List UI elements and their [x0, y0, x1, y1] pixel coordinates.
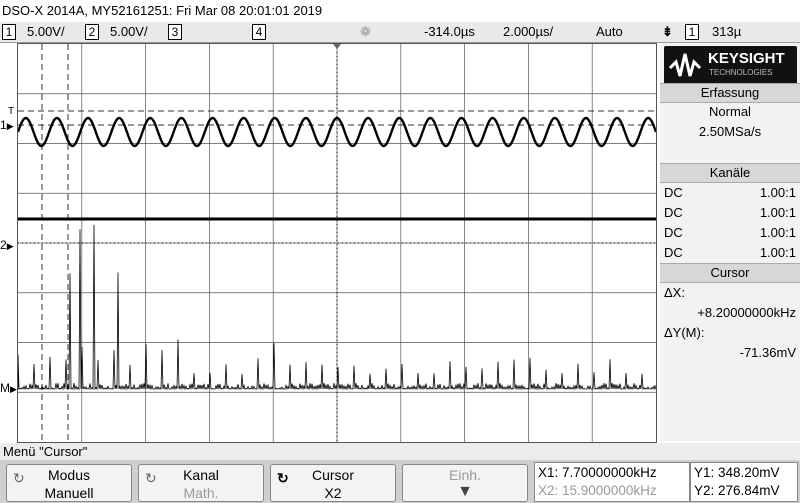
timebase-value: 2.000µs/ [503, 24, 554, 39]
softkey-units[interactable]: Einh. ▼ [402, 464, 528, 502]
ch3-coupling: DC [664, 225, 683, 240]
softkey-channel-label: Kanal [183, 467, 219, 483]
keysight-logo: KEYSIGHT TECHNOLOGIES [664, 46, 797, 84]
ch4-coupling: DC [664, 245, 683, 260]
x1-readout: X1: 7.70000000kHz [538, 465, 657, 480]
ch1-coupling: DC [664, 185, 683, 200]
keysight-wave-icon [668, 53, 702, 77]
ch2-scale: 5.00V/ [110, 24, 148, 39]
cursor-x-readout: X1: 7.70000000kHz X2: 15.9000000kHz [534, 462, 690, 502]
softkey-channel[interactable]: ↻ Kanal Math. [138, 464, 264, 502]
y2-readout: Y2: 276.84mV [694, 483, 780, 498]
status-bar: 1 5.00V/ 2 5.00V/ 3 4 ❁ -314.0µs 2.000µs… [0, 22, 800, 43]
ch4-probe: 1.00:1 [759, 245, 796, 260]
softkey-units-label: Einh. [449, 467, 481, 483]
delta-y-label: ΔY(M): [664, 325, 705, 340]
softkey-channel-value: Math. [183, 485, 219, 501]
math-ground-marker[interactable]: M▶ [0, 381, 17, 395]
ch2-coupling: DC [664, 205, 683, 220]
trigger-source[interactable]: 1 [685, 24, 699, 40]
ch1-indicator[interactable]: 1 [2, 24, 16, 40]
acquisition-mode: Normal [709, 104, 751, 119]
x2-readout: X2: 15.9000000kHz [538, 483, 657, 498]
arrow-down-icon: ▼ [457, 483, 473, 500]
sample-rate: 2.50MSa/s [698, 124, 762, 139]
ch2-probe: 1.00:1 [759, 205, 796, 220]
busy-icon: ❁ [360, 24, 371, 39]
softkey-mode-label: Modus [47, 467, 91, 483]
trigger-position-icon [333, 44, 341, 49]
cursor-header: Cursor [660, 263, 800, 283]
softkey-cursor-label: Cursor [311, 467, 354, 483]
side-panel: KEYSIGHT TECHNOLOGIES Erfassung Normal 2… [660, 43, 800, 441]
softkey-bar: ↻ Modus Manuell ↻ Kanal Math. ↻ Cursor X… [0, 460, 800, 503]
softkey-cursor-value: X2 [324, 485, 342, 501]
cursor-y-readout: Y1: 348.20mV Y2: 276.84mV [690, 462, 798, 502]
ch3-probe: 1.00:1 [759, 225, 796, 240]
acquisition-header: Erfassung [660, 83, 800, 103]
delta-x-value: +8.20000000kHz [697, 305, 796, 320]
channels-header: Kanäle [660, 163, 800, 183]
ch2-ground-marker[interactable]: 2▶ [0, 238, 14, 252]
softkey-mode[interactable]: ↻ Modus Manuell [6, 464, 132, 502]
window-title: DSO-X 2014A, MY52161251: Fri Mar 08 20:0… [2, 3, 323, 18]
menu-title: Menü "Cursor" [3, 444, 88, 459]
softkey-mode-value: Manuell [44, 485, 94, 501]
ch3-indicator[interactable]: 3 [168, 24, 182, 40]
waveform-display[interactable] [17, 43, 657, 443]
ch4-indicator[interactable]: 4 [252, 24, 266, 40]
softkey-cursor[interactable]: ↻ Cursor X2 [270, 464, 396, 502]
trigger-level-marker: T [8, 106, 15, 117]
ch2-indicator[interactable]: 2 [85, 24, 99, 40]
delay-value: -314.0µs [424, 24, 475, 39]
ch1-probe: 1.00:1 [759, 185, 796, 200]
delta-x-label: ΔX: [664, 285, 685, 300]
waveform-canvas [18, 44, 656, 442]
y1-readout: Y1: 348.20mV [694, 465, 780, 480]
menu-title-bar: Menü "Cursor" [0, 443, 800, 460]
ch1-scale: 5.00V/ [27, 24, 65, 39]
trigger-mode: Auto [596, 24, 623, 39]
trigger-level: 313µ [712, 24, 742, 39]
delta-y-value: -71.36mV [739, 345, 796, 360]
ch1-ground-marker[interactable]: 1▶ [0, 118, 14, 132]
trigger-edge-icon: ⇟ [662, 24, 673, 39]
